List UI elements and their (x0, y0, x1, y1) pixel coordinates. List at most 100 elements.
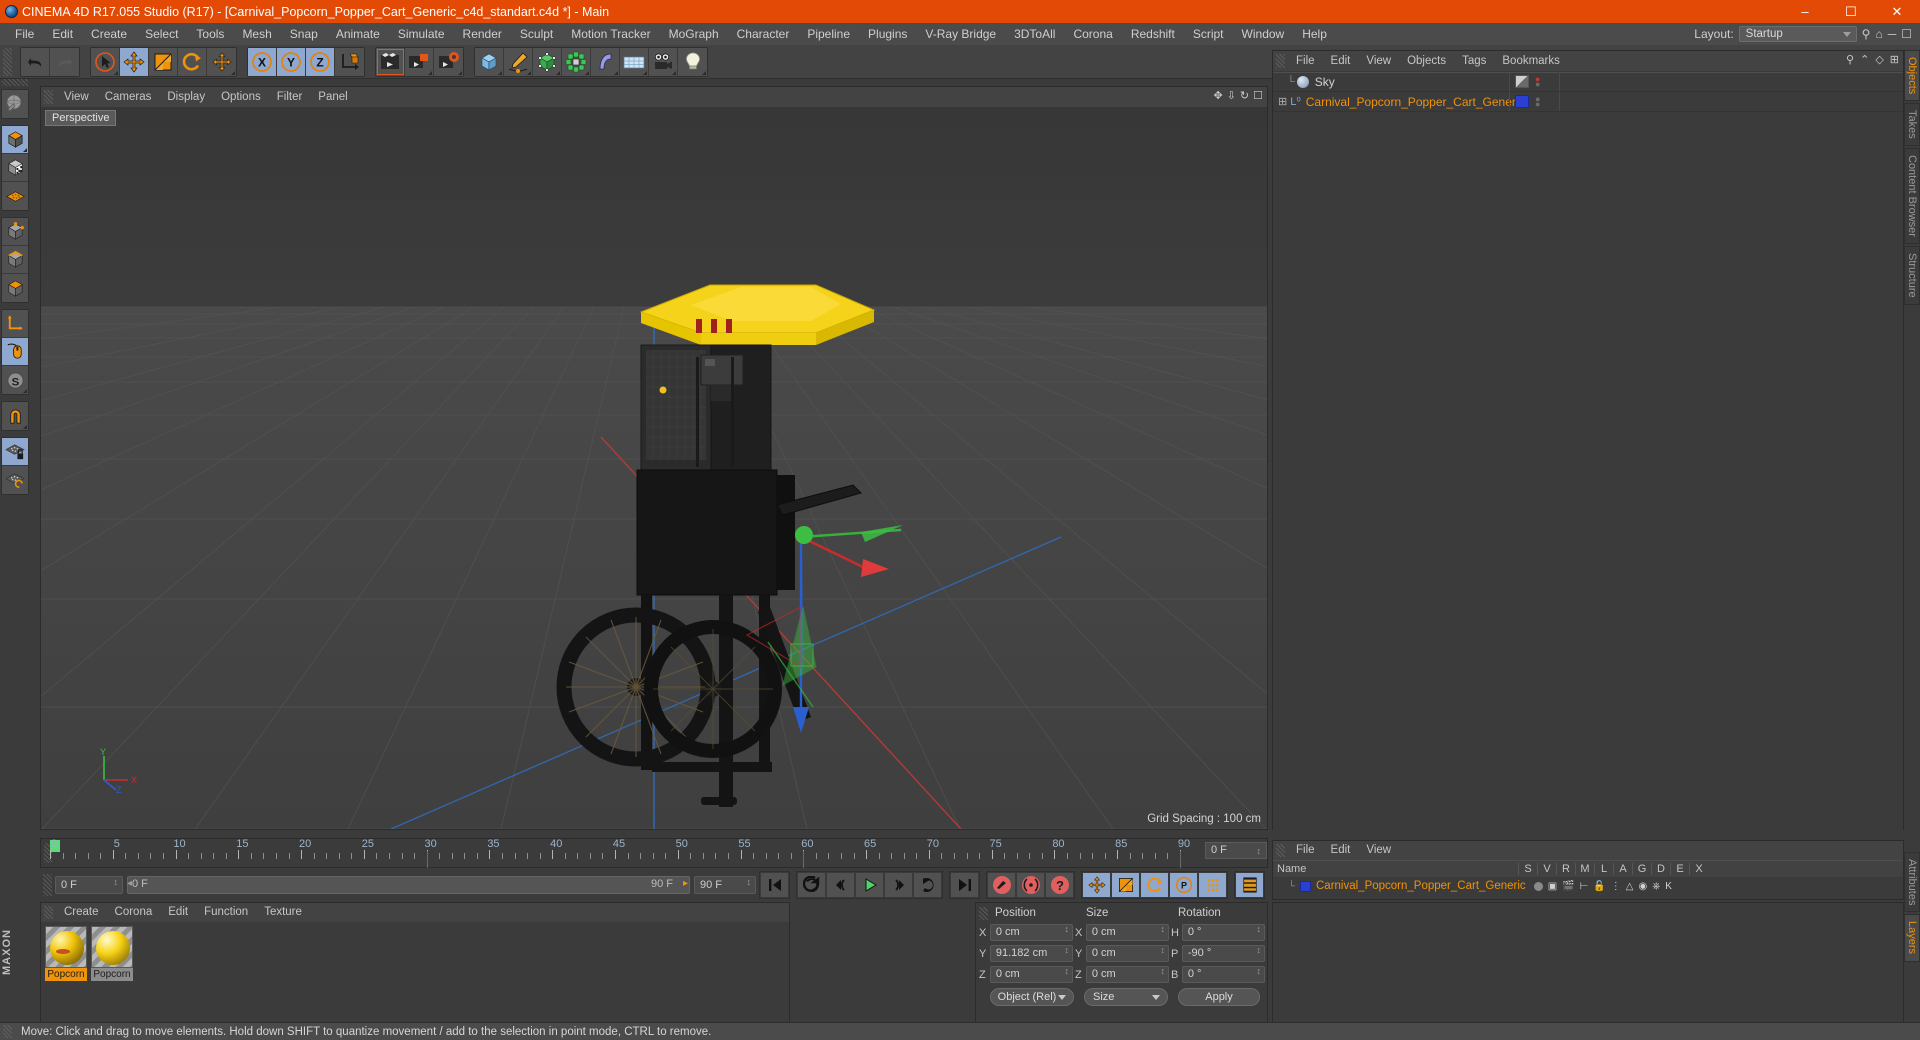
left-toolbar-grip[interactable] (2, 79, 28, 86)
step-back-button[interactable] (826, 872, 855, 898)
object-tree[interactable]: └ Sky ● ● ⊞ L⁰ Carnival_Popcorn_Popper_Ca… (1273, 72, 1903, 830)
scale-tool-button[interactable] (149, 47, 178, 76)
menu-item-window[interactable]: Window (1233, 23, 1294, 45)
viewport-menu-panel[interactable]: Panel (310, 87, 355, 107)
render-settings-button[interactable] (434, 47, 463, 76)
apply-button[interactable]: Apply (1178, 987, 1260, 1006)
menu-item-pipeline[interactable]: Pipeline (798, 23, 859, 45)
timeline-ruler[interactable]: 0 5 10 15 20 25 30 35 40 45 50 55 60 65 70 75 80 85 90 (50, 838, 1267, 868)
transport-grip[interactable] (43, 874, 52, 896)
maximize-view-icon[interactable]: ☐ (1253, 89, 1263, 102)
menu-item-3dtoall[interactable]: 3DToAll (1005, 23, 1064, 45)
snap-settings-button[interactable]: S (2, 366, 28, 394)
maximize-button[interactable]: ☐ (1828, 0, 1874, 23)
timeline-ruler-panel[interactable]: 0 5 10 15 20 25 30 35 40 45 50 55 60 65 70 75 80 85 90 0 F… (40, 838, 1268, 868)
go-to-end-button[interactable] (950, 872, 979, 898)
search-icon[interactable]: ⚲ (1862, 27, 1871, 41)
viewport-solo-button[interactable] (2, 338, 28, 366)
preview-end-field[interactable]: 90 F ↕ (694, 876, 756, 894)
menu-item-file[interactable]: File (6, 23, 43, 45)
lock-toggle-icon[interactable]: 🔓 (1593, 881, 1605, 892)
layer-column-l[interactable]: L (1594, 863, 1613, 875)
xref-toggle-icon[interactable]: K (1665, 881, 1672, 892)
render-region-button[interactable] (405, 47, 434, 76)
om-filter-icon[interactable]: ◇ (1875, 53, 1883, 66)
autokeying-button[interactable] (1016, 872, 1045, 898)
deformers-toggle-icon[interactable]: ◉ (1638, 881, 1647, 892)
key-position-button[interactable] (1082, 872, 1111, 898)
om-menu-file[interactable]: File (1288, 51, 1323, 71)
om-menu-edit[interactable]: Edit (1323, 51, 1359, 71)
polygon-mode-button[interactable] (2, 274, 28, 302)
undo-button[interactable] (21, 47, 50, 76)
object-row-cart[interactable]: ⊞ L⁰ Carnival_Popcorn_Popper_Cart_Generi… (1273, 92, 1903, 112)
menu-item-edit[interactable]: Edit (43, 23, 82, 45)
menu-item-mesh[interactable]: Mesh (233, 23, 280, 45)
menu-item-render[interactable]: Render (454, 23, 511, 45)
viewport-3d[interactable]: Perspective Grid Spacing : 100 cm Y X Z (41, 107, 1267, 829)
animation-toggle-icon[interactable]: ⋮ (1611, 881, 1621, 892)
om-menu-objects[interactable]: Objects (1399, 51, 1454, 71)
enable-axis-modification-button[interactable] (2, 310, 28, 338)
spinner-icon[interactable]: ↕ (747, 878, 752, 887)
live-selection-button[interactable] (91, 47, 120, 76)
render-toggle-icon[interactable]: 🎬 (1562, 881, 1574, 892)
size-z-field[interactable]: 0 cm ↕ (1085, 966, 1169, 983)
viewport-menu-display[interactable]: Display (159, 87, 213, 107)
record-active-objects-button[interactable] (987, 872, 1016, 898)
size-y-field[interactable]: 0 cm ↕ (1085, 945, 1169, 962)
menu-item-snap[interactable]: Snap (281, 23, 327, 45)
viewport-menu-cameras[interactable]: Cameras (97, 87, 160, 107)
close-button[interactable]: ✕ (1874, 0, 1920, 23)
current-frame-field[interactable]: 0 F ↕ (55, 876, 123, 894)
om-menu-tags[interactable]: Tags (1454, 51, 1494, 71)
om-menu-view[interactable]: View (1358, 51, 1399, 71)
layer-toggles[interactable]: ▣ 🎬 ⊢ 🔓 ⋮ △ ◉ ⎈ K (1533, 881, 1672, 892)
workplane-mode-button[interactable] (2, 182, 28, 210)
move-duplicate-button[interactable] (207, 47, 236, 76)
menu-item-select[interactable]: Select (136, 23, 187, 45)
zoom-view-icon[interactable]: ⇩ (1227, 89, 1236, 102)
rotation-h-field[interactable]: 0 ° ↕ (1181, 924, 1265, 941)
layout-dropdown[interactable]: Startup (1738, 26, 1857, 42)
coordinate-mode-dropdown[interactable]: Object (Rel) (990, 987, 1074, 1006)
workplane-align-button[interactable] (2, 466, 28, 494)
time-range-slider[interactable]: ◂ 0 F 90 F ▸ (127, 876, 690, 894)
menu-item-redshift[interactable]: Redshift (1122, 23, 1184, 45)
material-list[interactable]: Popcorn Popcorn (45, 926, 133, 981)
om-home-icon[interactable]: ⌃ (1860, 53, 1869, 66)
viewport-menu-view[interactable]: View (56, 87, 97, 107)
material-preview-sphere[interactable] (91, 926, 133, 968)
layer-color-swatch[interactable] (1300, 880, 1311, 892)
edge-mode-button[interactable] (2, 246, 28, 274)
z-axis-button[interactable]: Z (306, 47, 335, 76)
mat-menu-function[interactable]: Function (196, 903, 256, 922)
rotate-view-icon[interactable]: ↻ (1240, 89, 1249, 102)
point-mode-button[interactable] (2, 218, 28, 246)
next-frame-button[interactable] (913, 872, 942, 898)
x-axis-button[interactable]: X (248, 47, 277, 76)
material-item[interactable]: Popcorn (45, 926, 87, 981)
layer-menu-file[interactable]: File (1288, 841, 1323, 860)
world-object-coordinate-button[interactable] (335, 47, 364, 76)
bend-deformer-button[interactable] (591, 47, 620, 76)
workplane-lock-button[interactable] (2, 438, 28, 466)
range-right-arrow-icon[interactable]: ▸ (683, 878, 688, 889)
size-mode-dropdown[interactable]: Size (1084, 987, 1168, 1006)
visibility-dots[interactable]: ● ● (1535, 94, 1540, 108)
generator-nurbs-button[interactable] (533, 47, 562, 76)
tab-structure[interactable]: Structure (1904, 245, 1920, 305)
spline-pen-button[interactable] (504, 47, 533, 76)
solo-toggle-icon[interactable] (1533, 881, 1543, 891)
menu-item-plugins[interactable]: Plugins (859, 23, 916, 45)
open-timeline-button[interactable] (1235, 872, 1264, 898)
position-y-field[interactable]: 91.182 cm ↕ (989, 945, 1073, 962)
layer-column-d[interactable]: D (1651, 863, 1670, 875)
viewport-menu-options[interactable]: Options (213, 87, 269, 107)
magnet-tool-button[interactable] (2, 402, 28, 430)
minimize-panel-icon[interactable]: ─ (1888, 27, 1897, 41)
viewport-grip[interactable] (44, 90, 53, 104)
texture-mode-button[interactable] (2, 154, 28, 182)
rotation-b-field[interactable]: 0 ° ↕ (1181, 966, 1265, 983)
menu-item-motion-tracker[interactable]: Motion Tracker (562, 23, 659, 45)
